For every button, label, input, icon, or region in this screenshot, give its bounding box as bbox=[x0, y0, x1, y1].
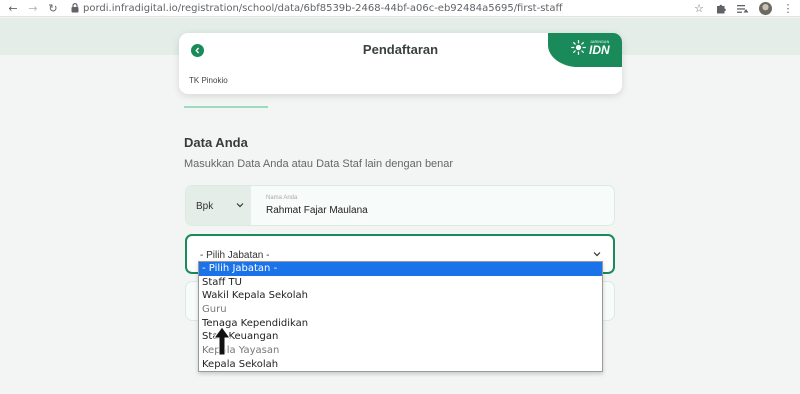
jabatan-option[interactable]: Tenaga Kependidikan bbox=[199, 317, 602, 331]
chevron-down-icon bbox=[593, 252, 601, 257]
name-field: Bpk Nama Anda Rahmat Fajar Maulana bbox=[185, 185, 615, 226]
reload-icon[interactable]: ↻ bbox=[46, 1, 60, 15]
back-arrow-icon[interactable]: ← bbox=[6, 1, 20, 15]
school-name: TK Pinokio bbox=[189, 76, 228, 85]
salutation-select[interactable]: Bpk bbox=[186, 186, 251, 225]
sun-logo-icon bbox=[571, 40, 586, 55]
chevron-down-icon bbox=[236, 203, 244, 208]
lock-icon[interactable] bbox=[70, 3, 79, 13]
jabatan-option[interactable]: Kepala Sekolah bbox=[199, 358, 602, 372]
bookmark-star-icon[interactable]: ☆ bbox=[693, 2, 705, 15]
address-bar-url[interactable]: pordi.infradigital.io/registration/schoo… bbox=[83, 3, 562, 14]
mouse-cursor-icon bbox=[213, 326, 231, 356]
name-label: Nama Anda bbox=[266, 195, 298, 201]
extensions-puzzle-icon[interactable] bbox=[715, 3, 727, 15]
browser-toolbar: ← → ↻ pordi.infradigital.io/registration… bbox=[0, 0, 800, 17]
jabatan-option[interactable]: Kepala Yayasan bbox=[199, 344, 602, 358]
step-progress-indicator bbox=[184, 106, 268, 108]
menu-kebab-icon[interactable]: ⋮ bbox=[782, 2, 794, 15]
jabatan-option[interactable]: Staff TU bbox=[199, 276, 602, 290]
jabatan-option[interactable]: Staff Keuangan bbox=[199, 330, 602, 344]
name-input[interactable]: Rahmat Fajar Maulana bbox=[266, 205, 368, 216]
jabatan-value: - Pilih Jabatan - bbox=[200, 250, 270, 261]
forward-arrow-icon[interactable]: → bbox=[26, 1, 40, 15]
salutation-value: Bpk bbox=[196, 201, 214, 212]
registration-header-card: Pendaftaran TK Pinokio JARINGAN IDN bbox=[179, 33, 622, 94]
jabatan-dropdown-list: - Pilih Jabatan - Staff TU Wakil Kepala … bbox=[198, 261, 603, 372]
reading-list-icon[interactable] bbox=[737, 3, 749, 15]
brand-name: IDN bbox=[589, 43, 610, 57]
jabatan-option[interactable]: - Pilih Jabatan - bbox=[199, 262, 602, 276]
jabatan-option[interactable]: Guru bbox=[199, 303, 602, 317]
profile-avatar[interactable] bbox=[759, 2, 772, 15]
jabatan-option[interactable]: Wakil Kepala Sekolah bbox=[199, 289, 602, 303]
section-title: Data Anda bbox=[184, 135, 248, 150]
section-subtitle: Masukkan Data Anda atau Data Staf lain d… bbox=[184, 158, 454, 170]
brand-logo: JARINGAN IDN bbox=[548, 33, 622, 67]
